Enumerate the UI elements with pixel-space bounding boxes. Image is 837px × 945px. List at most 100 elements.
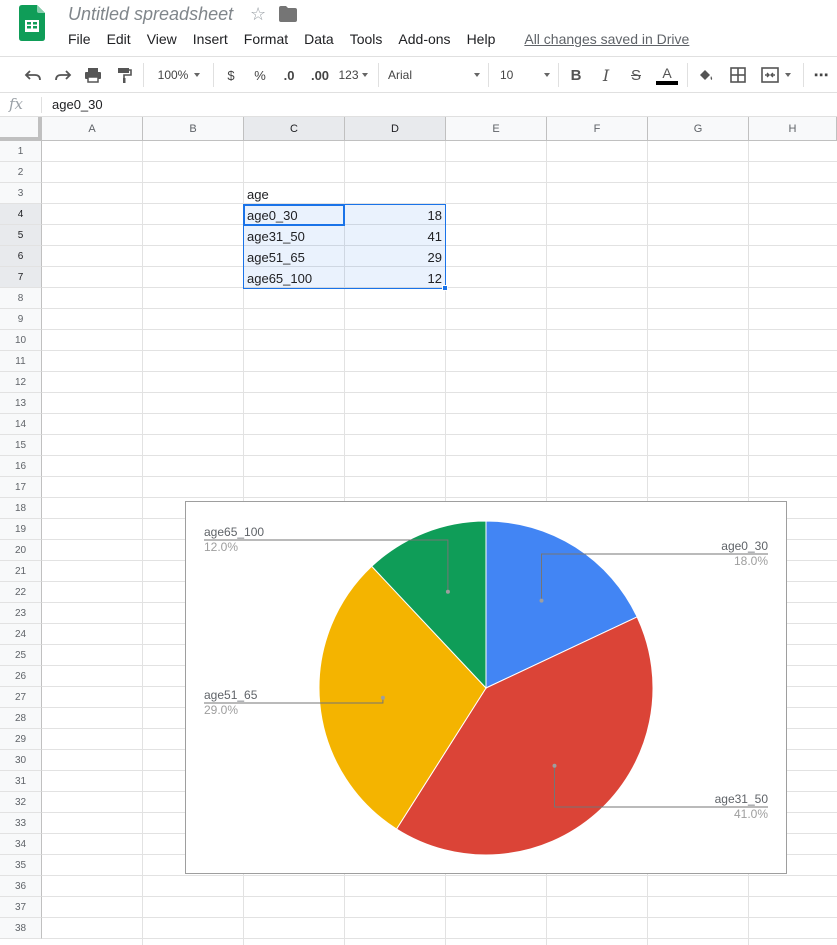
row-header-33[interactable]: 33 (0, 813, 42, 834)
column-header-e[interactable]: E (446, 117, 547, 141)
cell-c6[interactable]: age51_65 (244, 248, 344, 268)
star-icon[interactable]: ☆ (250, 4, 266, 24)
row-header-34[interactable]: 34 (0, 834, 42, 855)
zoom-select[interactable]: 100% (153, 63, 205, 87)
formula-input[interactable]: age0_30 (52, 97, 103, 112)
row-header-19[interactable]: 19 (0, 519, 42, 540)
row-header-23[interactable]: 23 (0, 603, 42, 624)
row-header-12[interactable]: 12 (0, 372, 42, 393)
row-header-10[interactable]: 10 (0, 330, 42, 351)
row-header-1[interactable]: 1 (0, 141, 42, 162)
row-header-35[interactable]: 35 (0, 855, 42, 876)
undo-button[interactable] (22, 63, 44, 87)
row-header-27[interactable]: 27 (0, 687, 42, 708)
italic-button[interactable]: I (596, 63, 616, 87)
row-header-24[interactable]: 24 (0, 624, 42, 645)
more-options-button[interactable]: ⋯ (810, 63, 832, 87)
text-color-button[interactable]: A (655, 63, 679, 87)
document-title[interactable]: Untitled spreadsheet (68, 4, 233, 25)
redo-button[interactable] (52, 63, 74, 87)
column-header-a[interactable]: A (42, 117, 143, 141)
gridline-horizontal (42, 161, 837, 162)
cell-c4[interactable]: age0_30 (244, 206, 344, 226)
paint-format-button[interactable] (113, 63, 135, 87)
row-header-18[interactable]: 18 (0, 498, 42, 519)
menu-insert[interactable]: Insert (185, 30, 236, 48)
pie-leader-dot (552, 763, 557, 768)
menu-add-ons[interactable]: Add-ons (390, 30, 458, 48)
row-header-21[interactable]: 21 (0, 561, 42, 582)
pie-chart[interactable]: age0_30 18.0% age31_50 41.0% age51_65 29.0% ag… (185, 501, 787, 874)
currency-format-button[interactable]: $ (222, 63, 240, 87)
row-header-11[interactable]: 11 (0, 351, 42, 372)
menu-edit[interactable]: Edit (99, 30, 139, 48)
column-header-f[interactable]: F (547, 117, 648, 141)
column-header-c[interactable]: C (244, 117, 345, 141)
row-header-14[interactable]: 14 (0, 414, 42, 435)
row-header-7[interactable]: 7 (0, 267, 42, 288)
bold-button[interactable]: B (566, 63, 586, 87)
save-status-link[interactable]: All changes saved in Drive (524, 31, 689, 47)
row-header-20[interactable]: 20 (0, 540, 42, 561)
cell-c3[interactable]: age (244, 185, 344, 205)
menu-format[interactable]: Format (236, 30, 296, 48)
row-header-28[interactable]: 28 (0, 708, 42, 729)
row-header-9[interactable]: 9 (0, 309, 42, 330)
row-header-8[interactable]: 8 (0, 288, 42, 309)
row-header-15[interactable]: 15 (0, 435, 42, 456)
select-all-corner[interactable] (0, 117, 42, 141)
row-header-38[interactable]: 38 (0, 918, 42, 939)
font-size-select[interactable]: 10 (500, 63, 550, 87)
row-header-22[interactable]: 22 (0, 582, 42, 603)
more-formats-select[interactable]: 123 (336, 63, 370, 87)
menu-file[interactable]: File (60, 30, 99, 48)
decrease-decimal-button[interactable]: .0 (278, 63, 300, 87)
chevron-down-icon (361, 73, 368, 77)
cell-d7[interactable]: 12 (345, 269, 445, 289)
row-header-16[interactable]: 16 (0, 456, 42, 477)
cell-c7[interactable]: age65_100 (244, 269, 344, 289)
increase-decimal-button[interactable]: .00 (307, 63, 333, 87)
font-family-select[interactable]: Arial (388, 63, 480, 87)
borders-button[interactable] (727, 63, 749, 87)
column-header-h[interactable]: H (749, 117, 837, 141)
cell-d4[interactable]: 18 (345, 206, 445, 226)
formula-bar: fx age0_30 (0, 93, 837, 117)
cell-d6[interactable]: 29 (345, 248, 445, 268)
row-header-26[interactable]: 26 (0, 666, 42, 687)
row-header-32[interactable]: 32 (0, 792, 42, 813)
pie-leader-dot (380, 695, 385, 700)
row-header-13[interactable]: 13 (0, 393, 42, 414)
folder-icon[interactable] (279, 6, 297, 22)
row-header-5[interactable]: 5 (0, 225, 42, 246)
row-header-25[interactable]: 25 (0, 645, 42, 666)
cell-c5[interactable]: age31_50 (244, 227, 344, 247)
menu-tools[interactable]: Tools (342, 30, 391, 48)
cell-d5[interactable]: 41 (345, 227, 445, 247)
menu-data[interactable]: Data (296, 30, 342, 48)
row-header-2[interactable]: 2 (0, 162, 42, 183)
fill-color-button[interactable] (695, 63, 717, 87)
percent-format-button[interactable]: % (251, 63, 269, 87)
menu-help[interactable]: Help (459, 30, 504, 48)
row-header-31[interactable]: 31 (0, 771, 42, 792)
strikethrough-button[interactable]: S (626, 63, 646, 87)
fx-icon: fx (9, 95, 24, 113)
row-header-37[interactable]: 37 (0, 897, 42, 918)
row-header-6[interactable]: 6 (0, 246, 42, 267)
row-header-29[interactable]: 29 (0, 729, 42, 750)
column-header-d[interactable]: D (345, 117, 446, 141)
menu-view[interactable]: View (139, 30, 185, 48)
row-header-17[interactable]: 17 (0, 477, 42, 498)
print-button[interactable] (82, 63, 104, 87)
merge-cells-button[interactable] (757, 63, 795, 87)
row-header-4[interactable]: 4 (0, 204, 42, 225)
column-header-b[interactable]: B (143, 117, 244, 141)
pie-label-age51-65: age51_65 (204, 688, 258, 702)
gridline-horizontal (42, 413, 837, 414)
row-header-3[interactable]: 3 (0, 183, 42, 204)
row-header-36[interactable]: 36 (0, 876, 42, 897)
google-sheets-logo-icon[interactable] (19, 5, 45, 41)
row-header-30[interactable]: 30 (0, 750, 42, 771)
column-header-g[interactable]: G (648, 117, 749, 141)
